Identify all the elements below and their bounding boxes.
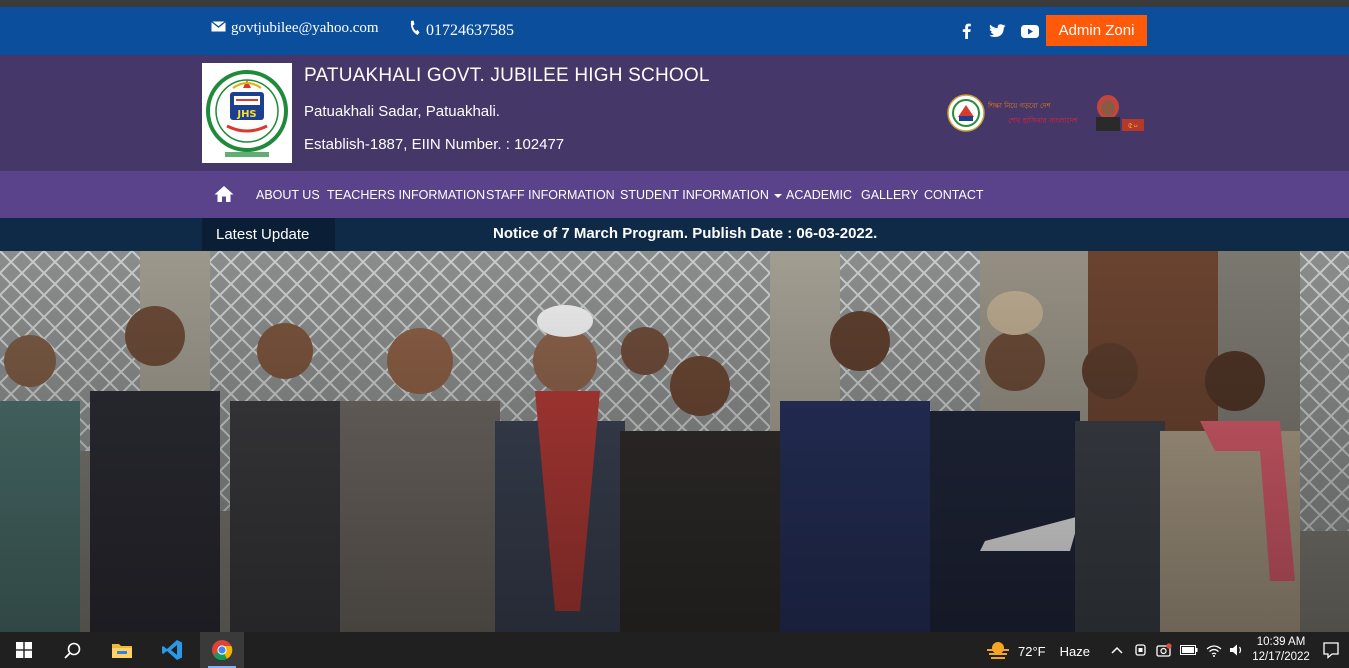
chrome-icon[interactable] xyxy=(200,632,244,668)
email-contact[interactable]: govtjubilee@yahoo.com xyxy=(211,20,379,37)
nav-academic[interactable]: ACADEMIC xyxy=(786,188,852,202)
school-logo[interactable]: JHS xyxy=(202,63,292,163)
haze-weather-icon xyxy=(986,640,1010,663)
weather-widget[interactable]: 72°F Haze xyxy=(986,640,1090,663)
phone-text: 01724637585 xyxy=(426,21,514,39)
school-header: JHS PATUAKHALI GOVT. JUBILEE HIGH SCHOOL… xyxy=(0,55,1349,171)
svg-text:শেখ হাসিনার বাংলাদেশ: শেখ হাসিনার বাংলাদেশ xyxy=(1008,116,1078,125)
camera-status-icon[interactable] xyxy=(1155,642,1173,658)
wifi-icon[interactable] xyxy=(1205,642,1223,658)
weather-desc: Haze xyxy=(1059,644,1090,659)
hero-group-photo xyxy=(0,251,1349,632)
file-explorer-icon[interactable] xyxy=(100,632,144,668)
battery-icon[interactable] xyxy=(1180,642,1198,658)
latest-update-label: Latest Update xyxy=(202,218,335,251)
system-clock[interactable]: 10:39 AM 12/17/2022 xyxy=(1248,635,1314,665)
vscode-icon[interactable] xyxy=(150,632,194,668)
school-establish-info: Establish-1887, EIIN Number. : 102477 xyxy=(304,136,565,153)
phone-icon xyxy=(409,20,420,41)
envelope-icon xyxy=(211,20,226,37)
search-icon[interactable] xyxy=(50,632,94,668)
school-address: Patuakhali Sadar, Patuakhali. xyxy=(304,103,500,120)
windows-taskbar: 72°F Haze 10:39 AM 12/17/2022 xyxy=(0,632,1349,668)
weather-temp: 72°F xyxy=(1018,644,1046,659)
email-text: govtjubilee@yahoo.com xyxy=(231,20,379,36)
top-contact-bar: govtjubilee@yahoo.com 01724637585 Admin … xyxy=(0,7,1349,55)
nav-student-information-label: STUDENT INFORMATION xyxy=(620,188,769,202)
youtube-icon[interactable] xyxy=(1019,21,1041,41)
volume-icon[interactable] xyxy=(1228,642,1246,658)
chevron-up-icon[interactable] xyxy=(1108,642,1126,658)
nav-student-information[interactable]: STUDENT INFORMATION xyxy=(620,188,782,202)
news-ticker: Latest Update Notice of 7 March Program.… xyxy=(0,218,1349,251)
main-navigation: ABOUT US TEACHERS INFORMATION STAFF INFO… xyxy=(0,171,1349,218)
home-icon[interactable] xyxy=(214,185,234,203)
nav-about-us[interactable]: ABOUT US xyxy=(256,188,320,202)
window-top-edge xyxy=(0,0,1349,7)
chevron-down-icon xyxy=(773,193,782,198)
meet-now-icon[interactable] xyxy=(1132,642,1150,658)
mujib-borsho-banner: শিক্ষা নিয়ে গড়বো দেশ শেখ হাসিনার বাংলা… xyxy=(946,93,1146,133)
nav-staff-information[interactable]: STAFF INFORMATION xyxy=(486,188,615,202)
svg-text:JHS: JHS xyxy=(236,109,256,120)
clock-time: 10:39 AM xyxy=(1256,636,1306,648)
svg-text:শিক্ষা নিয়ে গড়বো দেশ: শিক্ষা নিয়ে গড়বো দেশ xyxy=(987,102,1051,110)
svg-text:৫০: ৫০ xyxy=(1128,121,1138,130)
nav-contact[interactable]: CONTACT xyxy=(924,188,984,202)
nav-teachers-information[interactable]: TEACHERS INFORMATION xyxy=(327,188,485,202)
twitter-icon[interactable] xyxy=(986,21,1008,41)
clock-date: 12/17/2022 xyxy=(1252,651,1310,663)
admin-login-button[interactable]: Admin Zoni xyxy=(1046,15,1147,46)
school-name[interactable]: PATUAKHALI GOVT. JUBILEE HIGH SCHOOL xyxy=(304,65,710,87)
windows-start-icon[interactable] xyxy=(2,632,46,668)
phone-contact[interactable]: 01724637585 xyxy=(409,20,514,41)
facebook-icon[interactable] xyxy=(955,21,977,41)
ticker-notice-link[interactable]: Notice of 7 March Program. Publish Date … xyxy=(493,225,877,242)
nav-gallery[interactable]: GALLERY xyxy=(861,188,918,202)
notification-center-icon[interactable] xyxy=(1322,641,1340,659)
